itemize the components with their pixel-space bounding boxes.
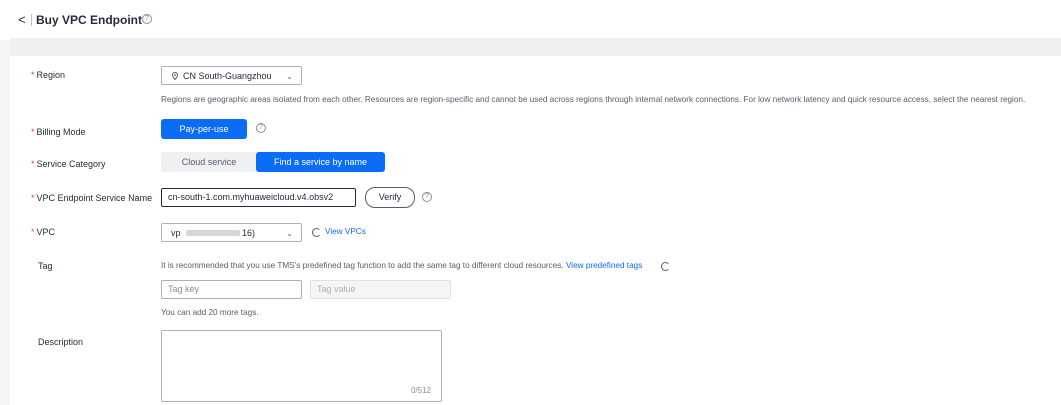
chevron-down-icon: ⌄ <box>286 72 293 81</box>
char-counter: 0/512 <box>410 386 431 395</box>
redacted-value <box>186 230 240 236</box>
verify-button[interactable]: Verify <box>365 187 415 208</box>
required-marker: * <box>31 227 35 237</box>
tag-label: Tag <box>38 261 53 271</box>
chevron-left-icon[interactable]: < <box>18 12 26 28</box>
required-marker: * <box>31 70 35 80</box>
description-textarea[interactable]: 0/512 <box>161 330 442 402</box>
description-label: Description <box>38 337 84 347</box>
service-category-label: * Service Category <box>31 159 106 169</box>
view-vpcs-link[interactable]: View VPCs <box>325 226 366 237</box>
region-hint: Regions are geographic areas isolated fr… <box>161 95 1026 104</box>
refresh-icon[interactable] <box>312 228 321 237</box>
form-card: * Region CN South-Guangzhou ⌄ Regions are… <box>10 56 1061 405</box>
tag-value-input: Tag value <box>310 280 451 299</box>
question-circle-icon[interactable]: ? <box>422 192 432 202</box>
page-header: < Buy VPC Endpoint ? <box>0 0 1061 40</box>
required-marker: * <box>31 159 35 169</box>
region-label: * Region <box>31 70 66 80</box>
tab-find-service-by-name[interactable]: Find a service by name <box>256 152 385 172</box>
region-value: CN South-Guangzhou <box>183 71 272 81</box>
vpc-value-suffix: 16) <box>242 228 256 238</box>
refresh-icon[interactable] <box>661 262 670 271</box>
vpc-value-prefix: vp <box>171 228 181 238</box>
required-marker: * <box>31 193 35 203</box>
section-band <box>10 38 1061 56</box>
question-circle-icon[interactable]: ? <box>256 123 266 133</box>
question-circle-icon[interactable]: ? <box>142 14 152 24</box>
pay-per-use-button[interactable]: Pay-per-use <box>161 119 247 139</box>
tag-hint: It is recommended that you use TMS's pre… <box>161 261 643 270</box>
chevron-down-icon: ⌄ <box>286 229 293 238</box>
tag-remaining-hint: You can add 20 more tags. <box>161 308 259 317</box>
tag-key-input[interactable]: Tag key <box>161 280 302 299</box>
header-divider <box>31 14 32 26</box>
region-select[interactable]: CN South-Guangzhou ⌄ <box>161 66 302 85</box>
service-name-input[interactable]: cn-south-1.com.myhuaweicloud.v4.obsv2 <box>161 188 356 207</box>
tab-cloud-service[interactable]: Cloud service <box>161 152 257 172</box>
page-title: Buy VPC Endpoint <box>36 13 142 27</box>
vpc-select[interactable]: vp 16) ⌄ <box>161 223 302 242</box>
billing-mode-label: * Billing Mode <box>31 127 86 137</box>
view-predefined-tags-link[interactable]: View predefined tags <box>566 261 642 270</box>
required-marker: * <box>31 127 35 137</box>
service-name-label: * VPC Endpoint Service Name <box>31 193 153 203</box>
vpc-label: * VPC <box>31 227 56 237</box>
location-pin-icon <box>172 72 178 80</box>
